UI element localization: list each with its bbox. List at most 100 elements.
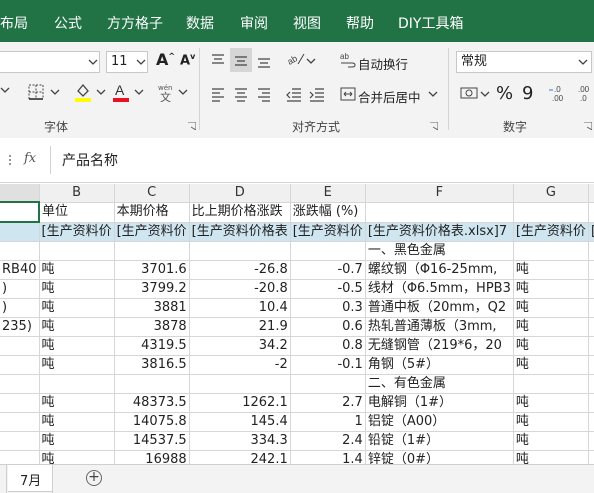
cell-e[interactable]: -0.7 [290, 260, 366, 280]
cell-a[interactable] [0, 431, 40, 451]
cell-g[interactable]: 吨 [513, 393, 589, 413]
cell-e[interactable]: 0.6 [290, 317, 366, 337]
menu-formulas[interactable]: 公式 [54, 13, 82, 33]
cell-c[interactable]: 3799.2 [114, 279, 190, 299]
chevron-down-icon[interactable] [88, 59, 98, 67]
column-header[interactable]: C [114, 184, 190, 203]
cell-e[interactable]: 1 [290, 412, 366, 432]
cell-a[interactable]: RB40 [0, 260, 40, 280]
cell-a[interactable] [0, 393, 40, 413]
chevron-down-icon[interactable] [0, 87, 12, 95]
cell-d[interactable]: 34.2 [189, 336, 291, 356]
more-options-icon[interactable] [4, 154, 16, 166]
merge-center-icon[interactable] [340, 86, 356, 102]
cell-a[interactable] [0, 374, 40, 394]
orientation-icon[interactable]: ab [286, 50, 306, 68]
cell-e[interactable]: 2.4 [290, 431, 366, 451]
cell-g[interactable]: 吨 [513, 279, 589, 299]
cell-f[interactable]: [生产资料价格表.xlsx]7 [365, 222, 514, 242]
cell-d[interactable]: 334.3 [189, 431, 291, 451]
cell-d[interactable]: -26.8 [189, 260, 291, 280]
chevron-down-icon[interactable] [50, 89, 60, 97]
cell-g[interactable] [513, 374, 589, 394]
cell-e[interactable]: 涨跌幅 (%) [290, 202, 366, 223]
cell-g[interactable]: 吨 [513, 317, 589, 337]
wrap-text-label[interactable]: 自动换行 [358, 54, 408, 73]
font-color-icon[interactable]: A [112, 82, 130, 102]
column-header[interactable]: E [290, 184, 366, 203]
cell-h[interactable]: 5 [588, 393, 594, 413]
cell-b[interactable]: 吨 [39, 317, 115, 337]
cell-h[interactable]: [生产 [588, 222, 594, 242]
cell-g[interactable] [513, 241, 589, 261]
column-header[interactable]: D [189, 184, 291, 203]
align-center-icon[interactable] [233, 86, 249, 102]
borders-icon[interactable] [28, 84, 44, 100]
cell-b[interactable]: 单位 [39, 202, 115, 223]
cell-d[interactable]: 145.4 [189, 412, 291, 432]
cell-h[interactable] [588, 241, 594, 261]
column-header[interactable]: B [39, 184, 115, 203]
cell-d[interactable] [189, 374, 291, 394]
cell-a[interactable] [0, 202, 40, 223]
cell-d[interactable]: 比上期价格涨跌 [189, 202, 291, 223]
cell-a[interactable] [0, 355, 40, 375]
cell-a[interactable] [0, 336, 40, 356]
cell-d[interactable]: 1262.1 [189, 393, 291, 413]
align-bottom-icon[interactable] [256, 52, 272, 68]
cell-a[interactable] [0, 412, 40, 432]
chevron-down-icon[interactable] [178, 89, 188, 97]
chevron-down-icon[interactable] [134, 89, 144, 97]
align-right-icon[interactable] [256, 86, 272, 102]
chevron-down-icon[interactable] [578, 59, 588, 67]
cell-c[interactable]: 14075.8 [114, 412, 190, 432]
cell-e[interactable] [290, 241, 366, 261]
cell-c[interactable]: 3878 [114, 317, 190, 337]
cell-b[interactable]: 吨 [39, 355, 115, 375]
cell-h[interactable]: 1 [588, 431, 594, 451]
cell-e[interactable]: 0.3 [290, 298, 366, 318]
cell-h[interactable] [588, 279, 594, 299]
cell-c[interactable]: 48373.5 [114, 393, 190, 413]
percent-icon[interactable]: % [496, 83, 513, 104]
dialog-launcher-icon[interactable] [430, 122, 438, 130]
cell-d[interactable]: 21.9 [189, 317, 291, 337]
menu-review[interactable]: 审阅 [240, 13, 268, 33]
cell-f[interactable]: 热轧普通薄板（3mm, [365, 317, 514, 337]
menu-layout[interactable]: 布局 [0, 13, 28, 33]
cell-d[interactable] [189, 241, 291, 261]
cell-c[interactable]: [生产资料价 [114, 222, 190, 242]
cell-f[interactable]: 线材（Φ6.5mm，HPB3 [365, 279, 514, 299]
cell-b[interactable]: 吨 [39, 412, 115, 432]
decrease-font-icon[interactable]: Av [180, 52, 195, 68]
cell-d[interactable]: -20.8 [189, 279, 291, 299]
cell-f[interactable] [365, 202, 514, 223]
fill-color-icon[interactable] [74, 82, 92, 102]
cell-b[interactable]: 吨 [39, 260, 115, 280]
cell-a[interactable]: 235) [0, 317, 40, 337]
cell-b[interactable] [39, 374, 115, 394]
cell-b[interactable]: 吨 [39, 279, 115, 299]
cell-b[interactable]: 吨 [39, 393, 115, 413]
align-left-icon[interactable] [210, 86, 226, 102]
chevron-down-icon[interactable] [306, 58, 316, 66]
cell-a[interactable] [0, 241, 40, 261]
cell-h[interactable] [588, 260, 594, 280]
cell-a[interactable]: ) [0, 298, 40, 318]
cell-f[interactable]: 锌锭（0#） [365, 450, 514, 464]
menu-data[interactable]: 数据 [186, 13, 214, 33]
cell-a[interactable] [0, 450, 40, 464]
cell-e[interactable] [290, 374, 366, 394]
increase-font-icon[interactable]: A^ [156, 50, 175, 69]
cell-b[interactable] [39, 241, 115, 261]
cell-g[interactable]: 吨 [513, 355, 589, 375]
cell-e[interactable]: -0.1 [290, 355, 366, 375]
cell-a[interactable] [0, 222, 40, 242]
column-header[interactable]: G [513, 184, 589, 203]
cell-g[interactable]: 吨 [513, 336, 589, 356]
merge-center-label[interactable]: 合并后居中 [358, 87, 421, 106]
cell-c[interactable]: 本期价格 [114, 202, 190, 223]
cell-b[interactable]: 吨 [39, 450, 115, 464]
cell-f[interactable]: 螺纹钢（Φ16-25mm, [365, 260, 514, 280]
cell-f[interactable]: 铝锭（A00） [365, 412, 514, 432]
